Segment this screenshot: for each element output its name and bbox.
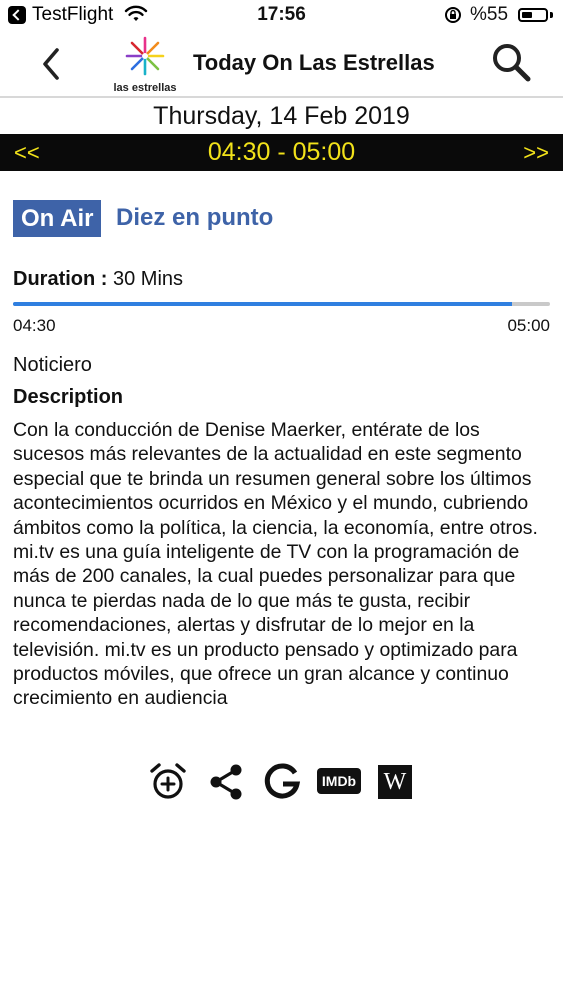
- duration: Duration : 30 Mins: [13, 268, 183, 291]
- page-title: Today On Las Estrellas: [193, 50, 435, 75]
- on-air-badge: On Air: [13, 200, 102, 237]
- program-start-time: 04:30: [13, 316, 56, 335]
- logo-text: las estrellas: [113, 82, 177, 94]
- search-icon[interactable]: [488, 40, 534, 86]
- action-bar: IMDb W: [0, 762, 563, 806]
- duration-label: Duration :: [13, 268, 108, 290]
- nav-bar: las estrellas Today On Las Estrellas: [0, 32, 563, 96]
- battery-percent: %55: [470, 4, 509, 25]
- imdb-icon[interactable]: IMDb: [317, 768, 361, 794]
- wikipedia-icon[interactable]: W: [378, 765, 412, 799]
- back-chevron-icon[interactable]: [30, 42, 74, 86]
- program-progress-bar: [13, 302, 550, 306]
- status-bar: TestFlight 17:56 %55: [0, 0, 563, 32]
- program-end-time: 05:00: [507, 316, 550, 335]
- program-genre: Noticiero: [13, 354, 92, 376]
- duration-value: 30 Mins: [107, 268, 184, 290]
- timeslot-bar: << 04:30 - 05:00 >>: [0, 134, 563, 171]
- timeslot-range: 04:30 - 05:00: [207, 138, 356, 166]
- program-title: Diez en punto: [116, 204, 274, 231]
- battery-icon: [518, 8, 548, 22]
- program-description: Con la conducción de Denise Maerker, ent…: [13, 419, 538, 710]
- description-heading: Description: [13, 386, 124, 408]
- orientation-lock-icon: [445, 7, 461, 23]
- add-alarm-icon[interactable]: [148, 762, 188, 802]
- google-icon[interactable]: [262, 762, 302, 802]
- battery-level: [522, 12, 533, 18]
- next-slot-button[interactable]: >>: [523, 134, 549, 171]
- channel-logo: las estrellas: [112, 34, 178, 94]
- star-logo-icon: [125, 36, 165, 76]
- schedule-date: Thursday, 14 Feb 2019: [153, 102, 410, 130]
- program-progress-fill: [13, 302, 513, 306]
- share-icon[interactable]: [206, 762, 246, 802]
- battery-cap: [550, 12, 553, 18]
